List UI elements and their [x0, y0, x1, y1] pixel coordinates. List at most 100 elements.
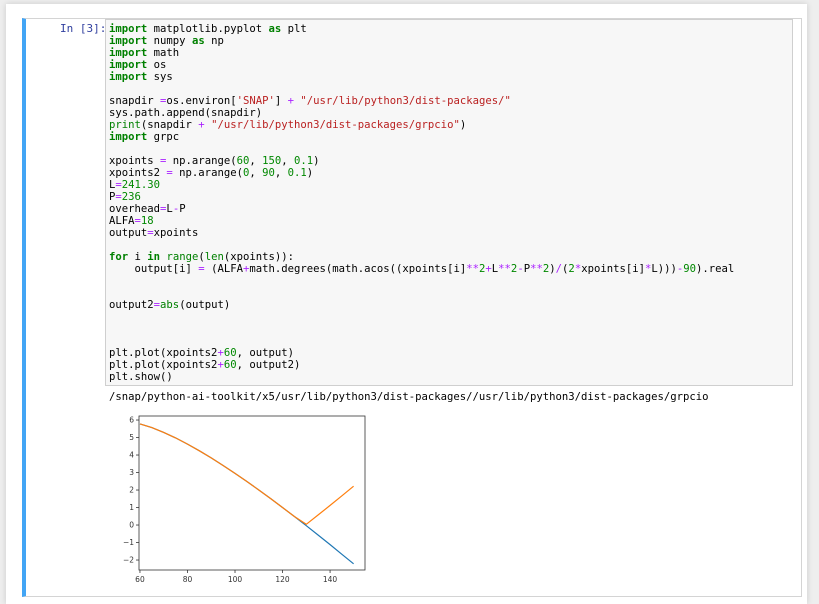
code-token: 0.1	[294, 155, 314, 167]
y-tick-label: −2	[123, 556, 134, 565]
code-token: abs	[160, 299, 180, 311]
x-tick-label: 140	[323, 575, 338, 584]
y-tick-label: 2	[129, 486, 134, 495]
y-tick-label: −1	[123, 538, 134, 547]
code-token: (snapdir	[140, 119, 199, 131]
x-tick-label: 60	[135, 575, 145, 584]
code-line: plt.plot(xpoints2+60, output2)	[109, 359, 734, 371]
code-token: math	[147, 47, 180, 59]
code-token: plt.show()	[109, 371, 173, 383]
code-token: 236	[121, 191, 141, 203]
code-token: import	[109, 131, 148, 143]
line-chart: 60 80 100 120 140 −2 −1 0 1 2 3 4 5 6	[123, 415, 366, 584]
x-tick-label: 100	[228, 575, 243, 584]
code-token: xpoints2	[109, 167, 167, 179]
code-token: ]	[274, 95, 288, 107]
code-token: grpc	[147, 131, 180, 143]
code-token: i	[128, 251, 148, 263]
code-token: range	[166, 251, 199, 263]
code-line: import sys	[109, 71, 734, 83]
code-token: plt.plot(xpoints2	[109, 359, 218, 371]
y-tick-label: 1	[129, 503, 134, 512]
code-token: import	[109, 35, 148, 47]
code-line: ALFA=18	[109, 215, 734, 227]
code-token: 241.30	[121, 179, 161, 191]
code-token: 0.1	[287, 167, 307, 179]
y-tick-label: 0	[129, 521, 134, 530]
code-token: os	[147, 59, 167, 71]
code-token: (ALFA	[204, 263, 243, 275]
code-line: plt.plot(xpoints2+60, output)	[109, 347, 734, 359]
code-editor[interactable]: import matplotlib.pyplot as plt import nu…	[109, 23, 734, 383]
code-line: output2=abs(output)	[109, 299, 734, 311]
code-token: xpoints[i]	[581, 263, 645, 275]
code-token: import	[109, 47, 148, 59]
code-token: ALFA	[109, 215, 135, 227]
code-line: plt.show()	[109, 371, 734, 383]
code-token: ,	[281, 155, 295, 167]
y-tick-label: 4	[129, 451, 134, 460]
code-token: plt	[281, 23, 307, 35]
code-token: **	[498, 263, 511, 275]
code-token: snapdir	[109, 95, 161, 107]
code-token: import	[109, 71, 148, 83]
code-token: ,	[274, 167, 288, 179]
code-line: import math	[109, 47, 734, 59]
code-line: xpoints = np.arange(60, 150, 0.1)	[109, 155, 734, 167]
code-token: math.degrees(math.acos((xpoints[i]	[249, 263, 467, 275]
code-token: 150	[262, 155, 282, 167]
code-token: 60	[223, 347, 237, 359]
code-token: xpoints	[153, 227, 199, 239]
code-token: len	[204, 251, 224, 263]
code-token: )	[313, 155, 320, 167]
code-line: import matplotlib.pyplot as plt	[109, 23, 734, 35]
code-token: np.arange(	[172, 167, 243, 179]
code-line: output=xpoints	[109, 227, 734, 239]
code-token: ,	[249, 155, 263, 167]
code-token: (output)	[179, 299, 231, 311]
code-token: L)))	[651, 263, 677, 275]
code-token: import	[109, 23, 148, 35]
code-token: 90	[262, 167, 275, 179]
input-prompt: In [3]:	[60, 22, 107, 35]
code-line: sys.path.append(snapdir)	[109, 107, 734, 119]
code-token: sys.path.append(snapdir)	[109, 107, 263, 119]
code-token: )	[459, 119, 467, 131]
code-token: , output)	[236, 347, 294, 359]
code-token: in	[147, 251, 161, 263]
code-line: snapdir =os.environ['SNAP'] + "/usr/lib/…	[109, 95, 734, 107]
code-token: as	[191, 35, 205, 47]
code-token: ).real	[696, 263, 735, 275]
code-token: for	[109, 251, 129, 263]
code-token: xpoints	[109, 155, 161, 167]
code-line: output[i] = (ALFA+math.degrees(math.acos…	[109, 263, 735, 275]
code-token: ,	[249, 167, 263, 179]
code-token: as	[268, 23, 282, 35]
y-tick-label: 6	[129, 416, 134, 425]
code-line: L=241.30	[109, 179, 734, 191]
code-line: import numpy as np	[109, 35, 734, 47]
code-token: print	[109, 119, 141, 131]
x-tick-label: 80	[183, 575, 193, 584]
code-line: print(snapdir + "/usr/lib/python3/dist-p…	[109, 119, 734, 131]
code-token: output	[109, 227, 148, 239]
code-token: 60	[223, 359, 237, 371]
code-line: import os	[109, 59, 734, 71]
code-token: numpy	[147, 35, 192, 47]
code-token: 18	[140, 215, 154, 227]
code-token: sys	[147, 71, 173, 83]
code-line: overhead=L-P	[109, 203, 734, 215]
code-token: 90	[683, 263, 697, 275]
code-token: os.environ[	[166, 95, 237, 107]
code-token: "/usr/lib/python3/dist-packages/"	[300, 95, 511, 107]
code-token: "/usr/lib/python3/dist-packages/grpcio"	[211, 119, 460, 131]
code-line: P=236	[109, 191, 734, 203]
code-token: (xpoints)):	[223, 251, 295, 263]
